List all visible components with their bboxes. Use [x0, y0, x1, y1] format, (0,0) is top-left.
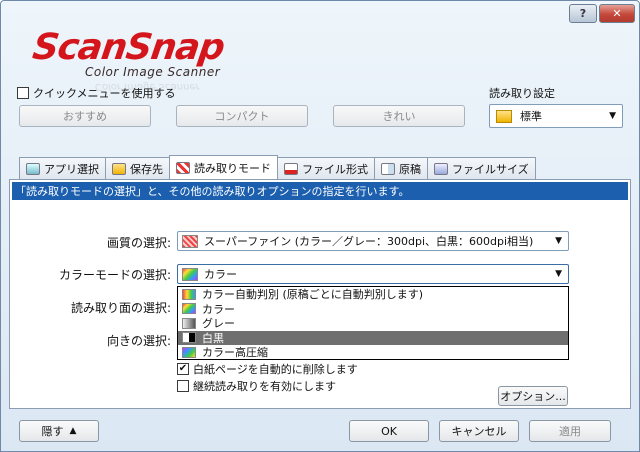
quality-select[interactable]: スーパーファイン (カラー／グレー：300dpi、白黒：600dpi相当) ▼ — [177, 231, 569, 251]
compact-button[interactable]: コンパクト — [176, 105, 308, 127]
tab-label: 読み取りモード — [194, 161, 271, 175]
quick-menu-label: クイックメニューを使用する — [33, 87, 176, 100]
apply-button[interactable]: 適用 — [529, 420, 611, 442]
dropdown-item-black-white[interactable]: 白黒 — [178, 330, 568, 345]
color-mode-value: カラー — [204, 268, 237, 281]
read-settings-value: 標準 — [520, 110, 542, 123]
logo-title: ScanSnap — [30, 27, 227, 68]
panel-description: 「読み取りモードの選択」と、その他の読み取りオプションの指定を行います。 — [12, 182, 628, 200]
continuous-scan-checkbox-box[interactable] — [177, 380, 189, 392]
orientation-label: 向きの選択: — [106, 334, 171, 348]
pdf-icon — [284, 162, 298, 175]
chevron-up-icon: ▲ — [69, 426, 77, 436]
ok-button[interactable]: OK — [349, 420, 429, 442]
scansnap-settings-window: ? ✕ ScanSnap Color Image Scanner Color I… — [0, 0, 640, 452]
cancel-button[interactable]: キャンセル — [439, 420, 519, 442]
quality-value: スーパーファイン (カラー／グレー：300dpi、白黒：600dpi相当) — [204, 235, 534, 248]
file-size-icon — [434, 162, 448, 175]
tab-document[interactable]: 原稿 — [374, 157, 428, 179]
hide-label: 隠す — [41, 425, 64, 438]
black-white-icon — [182, 332, 196, 344]
color-mode-select[interactable]: カラー ▼ — [177, 264, 569, 284]
hide-button[interactable]: 隠す ▲ — [19, 420, 99, 442]
dropdown-item-label: カラー高圧縮 — [202, 346, 268, 360]
close-button[interactable]: ✕ — [599, 4, 635, 23]
color-mode-label: カラーモードの選択: — [58, 268, 171, 282]
quick-menu-checkbox[interactable]: クイックメニューを使用する — [17, 85, 176, 101]
color-icon — [182, 267, 198, 281]
quality-label: 画質の選択: — [106, 236, 171, 250]
dropdown-item-gray[interactable]: グレー — [178, 316, 568, 331]
tab-scan-mode[interactable]: 読み取りモード — [169, 155, 278, 179]
folder-icon — [496, 109, 512, 123]
chevron-down-icon: ▼ — [555, 269, 562, 279]
tab-file-size[interactable]: ファイルサイズ — [427, 157, 536, 179]
settings-tabs: アプリ選択 保存先 読み取りモード ファイル形式 原稿 ファイルサイズ — [19, 155, 536, 179]
tab-label: ファイル形式 — [302, 162, 368, 176]
dropdown-item-auto-color[interactable]: カラー自動判別 (原稿ごとに自動判別します) — [178, 287, 568, 302]
document-icon — [381, 162, 395, 175]
continuous-scan-label: 継続読み取りを有効にします — [193, 380, 336, 393]
tab-label: 原稿 — [399, 162, 421, 176]
recommended-button[interactable]: おすすめ — [19, 105, 151, 127]
dropdown-item-label: カラー自動判別 (原稿ごとに自動判別します) — [202, 288, 424, 302]
quick-menu-checkbox-box[interactable] — [17, 87, 29, 99]
tab-app-select[interactable]: アプリ選択 — [19, 157, 106, 179]
scan-mode-icon — [176, 161, 190, 174]
gray-icon — [182, 317, 196, 329]
blank-page-checkbox-box[interactable]: ✔ — [177, 363, 189, 375]
tab-label: アプリ選択 — [44, 162, 99, 176]
auto-color-icon — [182, 288, 196, 300]
dropdown-item-color-compress[interactable]: カラー高圧縮 — [178, 345, 568, 360]
color-icon — [182, 303, 196, 315]
blank-page-checkbox[interactable]: ✔ 白紙ページを自動的に削除します — [177, 361, 358, 377]
help-button[interactable]: ? — [569, 4, 597, 23]
folder-icon — [112, 162, 126, 175]
color-mode-dropdown: カラー自動判別 (原稿ごとに自動判別します) カラー グレー 白黒 カラー高圧縮 — [177, 286, 569, 360]
options-button[interactable]: オプション... — [498, 386, 568, 406]
quality-icon — [182, 234, 198, 248]
chevron-down-icon: ▼ — [609, 111, 616, 121]
tab-label: 保存先 — [130, 162, 163, 176]
side-label: 読み取り面の選択: — [70, 301, 171, 315]
logo-subtitle: Color Image Scanner — [85, 65, 221, 79]
color-compress-icon — [182, 346, 196, 358]
scansnap-logo: ScanSnap Color Image Scanner Color Image… — [15, 23, 335, 93]
tab-save-location[interactable]: 保存先 — [105, 157, 170, 179]
beautiful-button[interactable]: きれい — [333, 105, 465, 127]
continuous-scan-checkbox[interactable]: 継続読み取りを有効にします — [177, 378, 336, 394]
chevron-down-icon: ▼ — [555, 236, 562, 246]
tab-label: ファイルサイズ — [452, 162, 529, 176]
app-icon — [26, 162, 40, 175]
tab-file-format[interactable]: ファイル形式 — [277, 157, 375, 179]
read-settings-label: 読み取り設定 — [489, 87, 555, 100]
blank-page-label: 白紙ページを自動的に削除します — [193, 363, 358, 376]
read-settings-select[interactable]: 標準 ▼ — [489, 104, 623, 128]
dropdown-item-color[interactable]: カラー — [178, 302, 568, 317]
